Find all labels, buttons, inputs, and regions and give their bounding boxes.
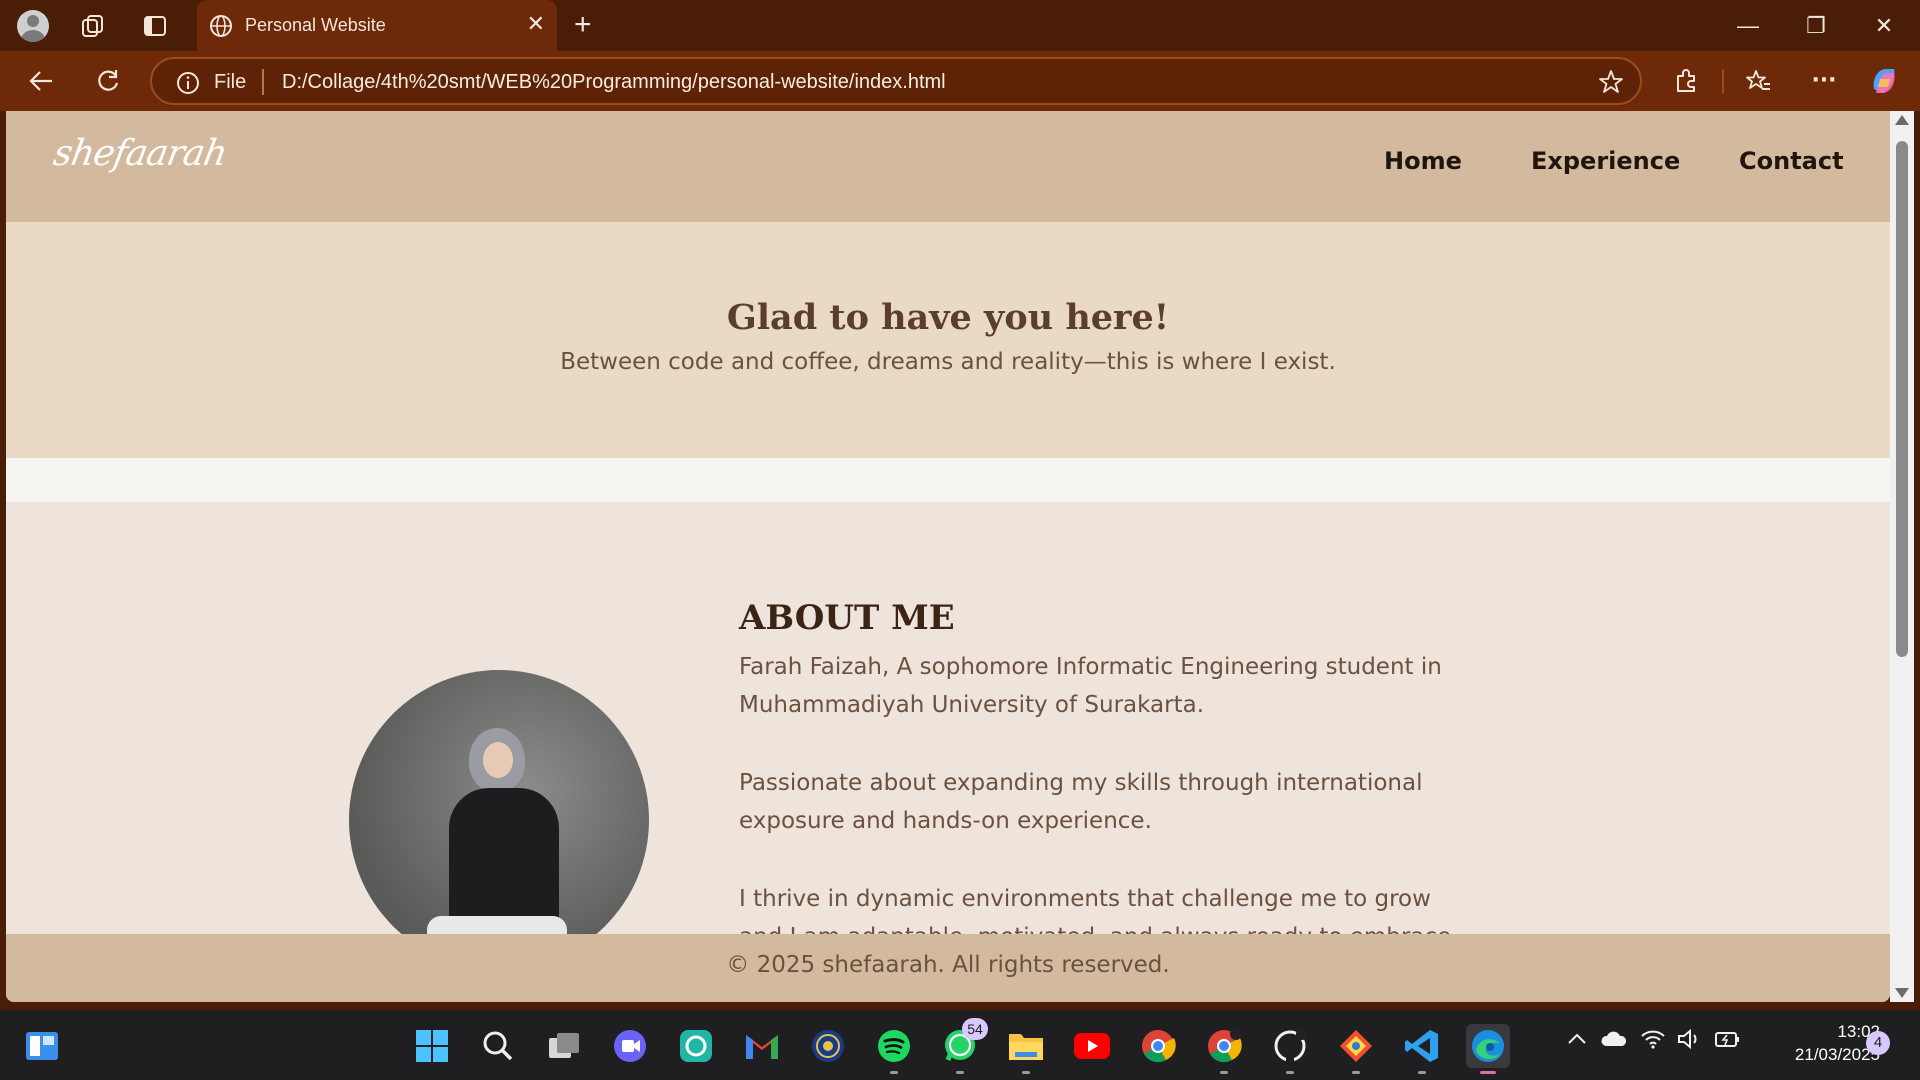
- address-scheme-label: File: [214, 71, 247, 93]
- youtube-icon[interactable]: [1070, 1024, 1114, 1068]
- wifi-icon[interactable]: [1640, 1028, 1666, 1055]
- scroll-thumb[interactable]: [1896, 141, 1908, 657]
- hero-subtitle: Between code and coffee, dreams and real…: [560, 349, 1336, 375]
- scroll-up-icon[interactable]: [1895, 115, 1909, 125]
- meet-icon[interactable]: [608, 1024, 652, 1068]
- github-icon[interactable]: [1268, 1024, 1312, 1074]
- windows-start-icon[interactable]: [410, 1024, 454, 1068]
- hero-section: Glad to have you here! Between code and …: [6, 222, 1890, 458]
- copilot-chat-icon[interactable]: [674, 1024, 718, 1068]
- search-icon[interactable]: [476, 1024, 520, 1068]
- copilot-icon[interactable]: [1868, 65, 1900, 97]
- chrome-icon[interactable]: [1136, 1024, 1180, 1068]
- favorites-icon[interactable]: [1742, 65, 1774, 97]
- more-icon[interactable]: ···: [1808, 65, 1840, 97]
- onedrive-icon[interactable]: [1600, 1028, 1628, 1055]
- back-icon[interactable]: [24, 64, 58, 98]
- scroll-down-icon[interactable]: [1895, 988, 1909, 998]
- nav-contact-link[interactable]: Contact: [1739, 147, 1844, 175]
- spotify-icon[interactable]: [872, 1024, 916, 1074]
- browser-toolbar: File D:/Collage/4th%20smt/WEB%20Programm…: [0, 51, 1920, 111]
- widgets-icon[interactable]: [20, 1024, 64, 1068]
- task-view-icon[interactable]: [542, 1024, 586, 1068]
- nav-experience-link[interactable]: Experience: [1531, 147, 1680, 175]
- about-paragraph: Passionate about expanding my skills thr…: [739, 770, 1423, 834]
- about-section: ABOUT ME Farah Faizah, A sophomore Infor…: [6, 502, 1890, 1002]
- university-icon[interactable]: [806, 1024, 850, 1068]
- clock-date[interactable]: 21/03/2025: [1760, 1045, 1880, 1065]
- hero-title: Glad to have you here!: [726, 297, 1170, 338]
- profile-icon[interactable]: [16, 9, 50, 43]
- tab-actions-icon[interactable]: [138, 9, 172, 43]
- browser-title-bar: Personal Website ✕ + — ❐ ✕: [0, 0, 1920, 51]
- site-logo[interactable]: shefaarah: [50, 133, 229, 174]
- vscode-icon[interactable]: [1400, 1024, 1444, 1074]
- tab-personal-website[interactable]: Personal Website ✕: [197, 0, 557, 51]
- file-explorer-icon[interactable]: [1004, 1024, 1048, 1074]
- about-paragraph: Farah Faizah, A sophomore Informatic Eng…: [739, 654, 1442, 718]
- restore-button[interactable]: ❐: [1788, 6, 1844, 46]
- close-icon[interactable]: ✕: [527, 12, 545, 38]
- battery-icon[interactable]: [1714, 1028, 1742, 1055]
- page-viewport: shefaarah Home Experience Contact Glad t…: [6, 111, 1890, 1002]
- volume-icon[interactable]: [1676, 1028, 1702, 1055]
- collections-icon[interactable]: [76, 9, 110, 43]
- site-header: shefaarah Home Experience Contact: [6, 111, 1890, 222]
- toolbar-divider: [1722, 69, 1724, 93]
- whatsapp-icon[interactable]: 54: [938, 1018, 988, 1074]
- address-divider: [262, 69, 264, 95]
- page-scrollbar[interactable]: [1890, 111, 1914, 1002]
- profile-photo: [349, 670, 649, 970]
- info-icon[interactable]: [176, 71, 200, 99]
- minimize-button[interactable]: —: [1720, 6, 1776, 46]
- address-url[interactable]: D:/Collage/4th%20smt/WEB%20Programming/p…: [282, 71, 946, 94]
- window-close-button[interactable]: ✕: [1856, 6, 1912, 46]
- chrome-profile-icon[interactable]: [1202, 1024, 1246, 1074]
- footer-copyright: © 2025 shefaarah. All rights reserved.: [726, 952, 1170, 978]
- globe-icon: [209, 14, 233, 42]
- site-footer: © 2025 shefaarah. All rights reserved.: [6, 934, 1890, 1002]
- new-tab-button[interactable]: +: [574, 8, 592, 42]
- nav-home-link[interactable]: Home: [1384, 147, 1462, 175]
- notification-badge[interactable]: 4: [1866, 1031, 1890, 1055]
- gmail-icon[interactable]: [740, 1024, 784, 1068]
- extensions-icon[interactable]: [1670, 65, 1702, 97]
- reload-icon[interactable]: [91, 64, 125, 98]
- git-icon[interactable]: [1334, 1024, 1378, 1074]
- address-bar[interactable]: File D:/Collage/4th%20smt/WEB%20Programm…: [150, 57, 1642, 105]
- taskbar: 54: [0, 1010, 1920, 1080]
- edge-icon[interactable]: [1466, 1024, 1510, 1074]
- tab-title: Personal Website: [245, 15, 386, 35]
- about-heading: ABOUT ME: [739, 598, 955, 638]
- chevron-up-icon[interactable]: [1566, 1028, 1588, 1055]
- star-icon[interactable]: [1598, 69, 1624, 99]
- whatsapp-badge: 54: [962, 1018, 988, 1040]
